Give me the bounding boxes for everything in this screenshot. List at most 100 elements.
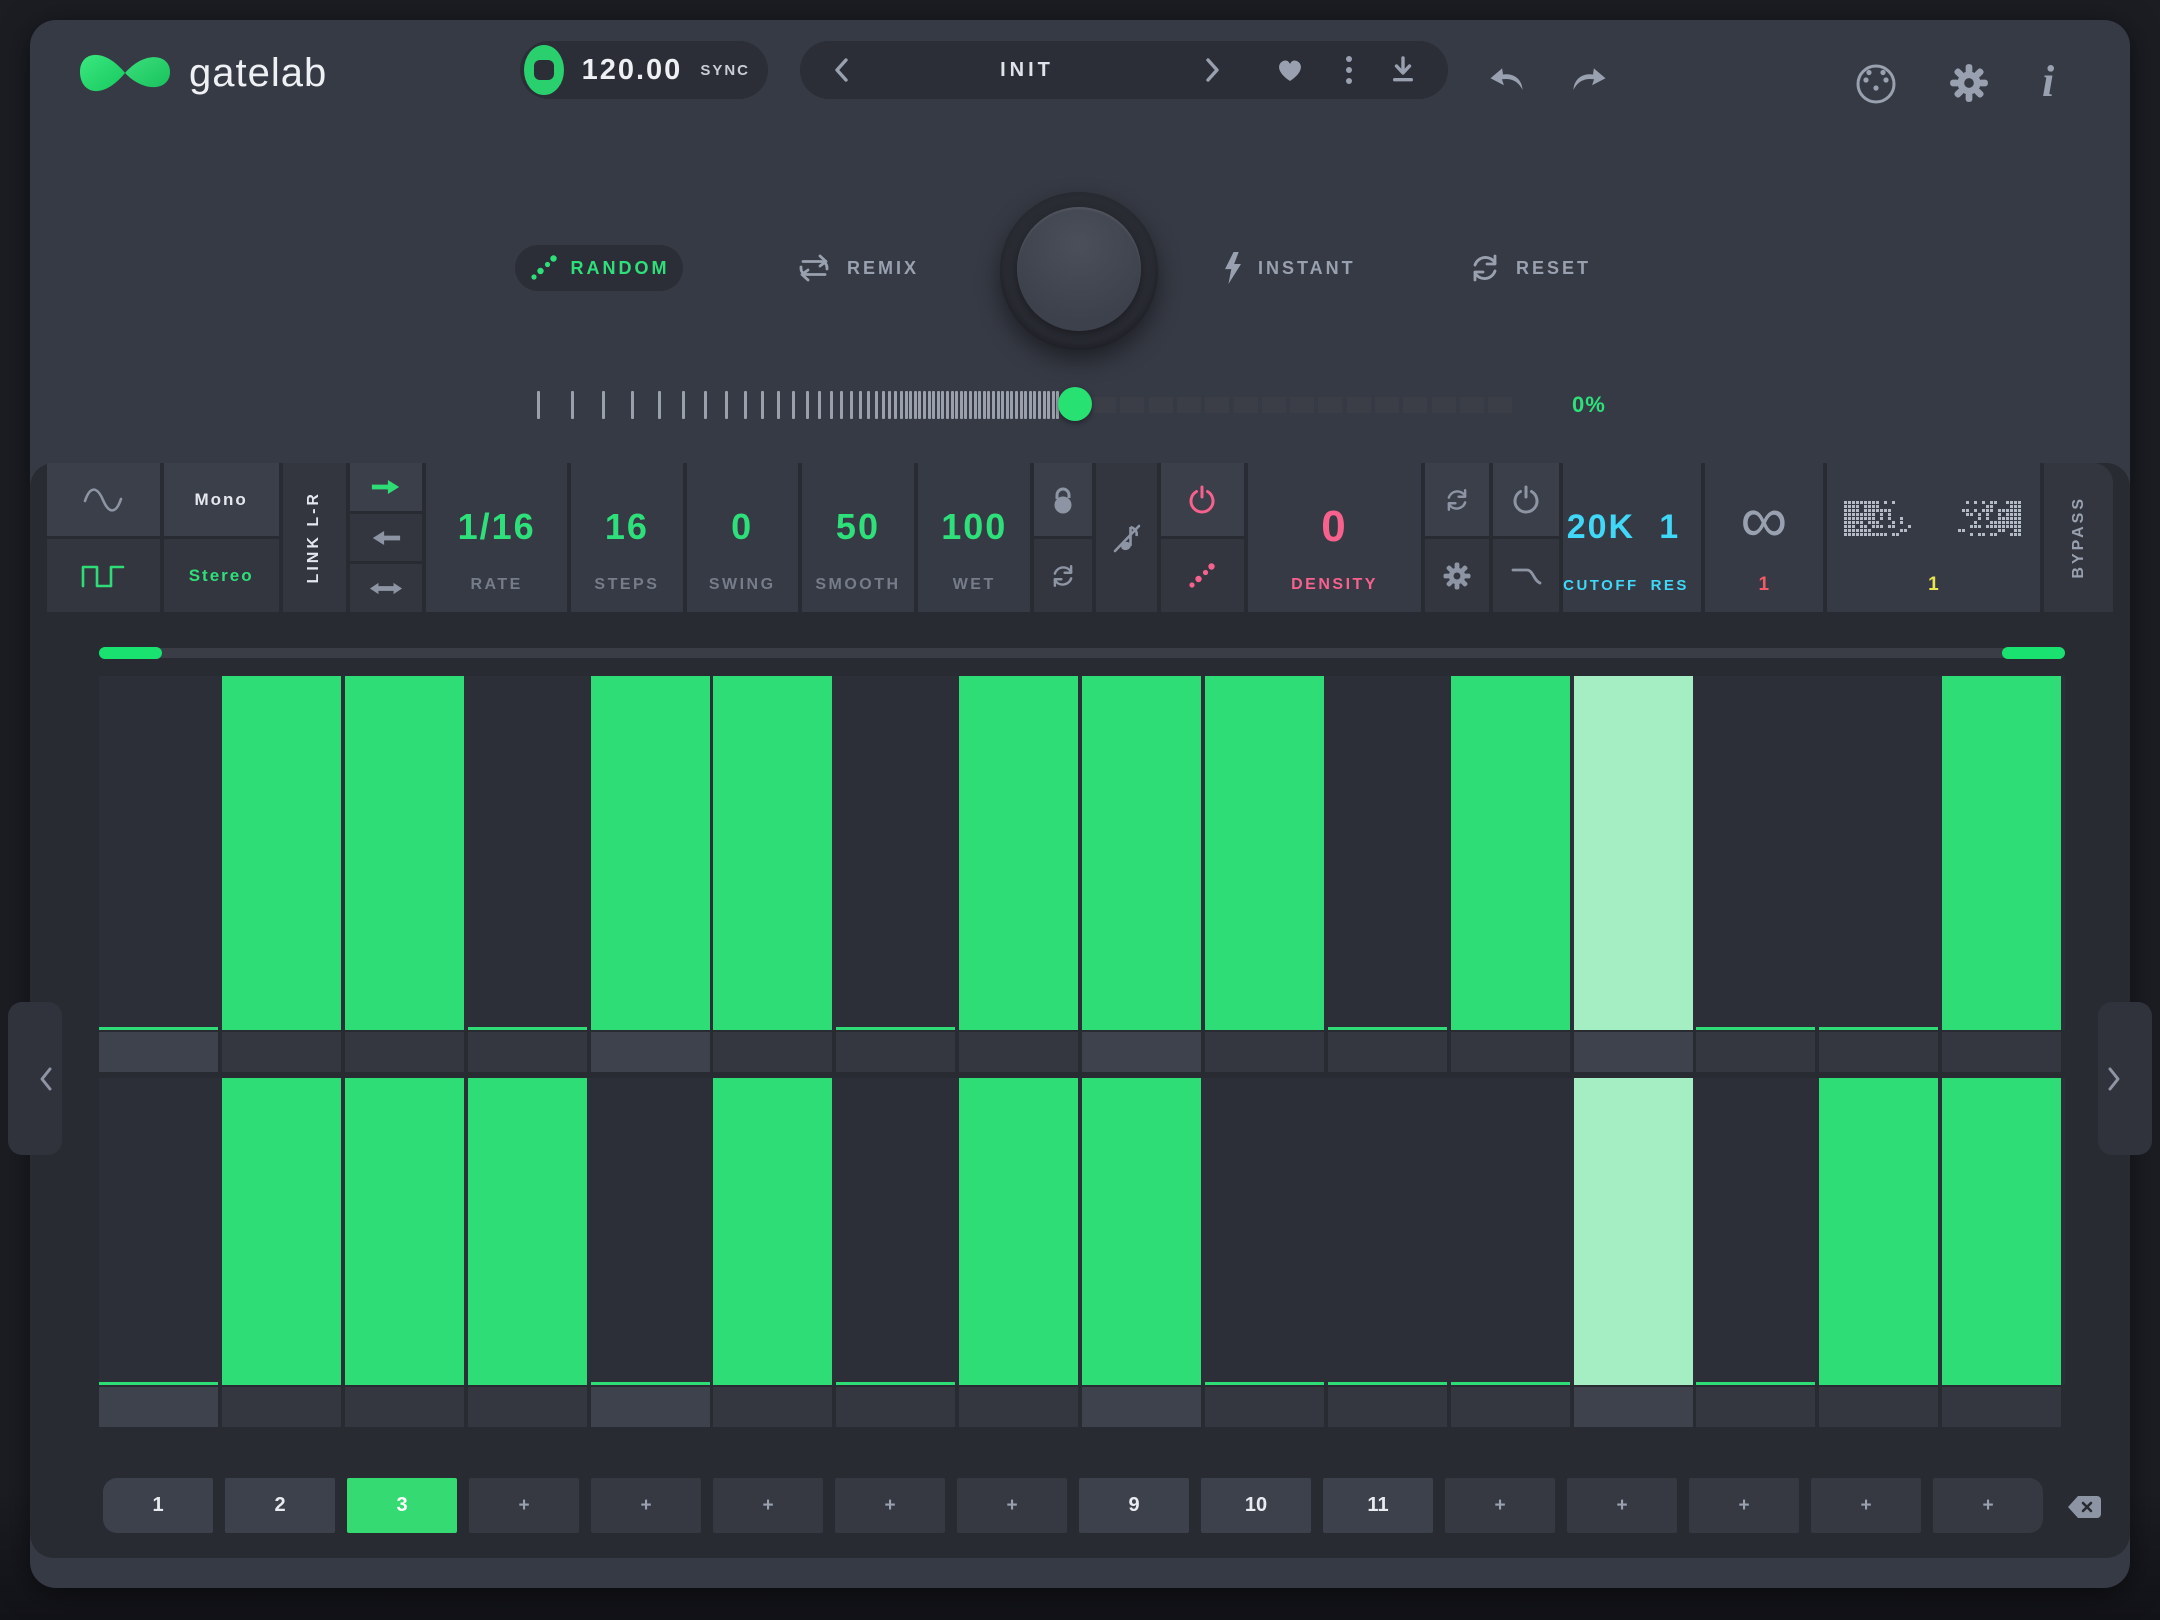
instant-mode-button[interactable]: INSTANT [1222,248,1356,288]
step-handle[interactable] [1942,1387,2061,1427]
step-handle[interactable] [99,1032,218,1072]
density-power-button[interactable] [1161,463,1244,536]
gate-lane-left[interactable] [99,676,2065,1030]
step-handle[interactable] [1328,1032,1447,1072]
stop-button[interactable] [524,45,564,95]
prev-preset-button[interactable] [824,49,860,91]
favorite-button[interactable] [1268,49,1312,91]
step-cell[interactable] [591,676,710,1030]
step-handle[interactable] [345,1387,464,1427]
step-handle[interactable] [468,1387,587,1427]
step-handle[interactable] [959,1032,1078,1072]
undo-button[interactable] [1482,60,1534,100]
sync-toggle[interactable]: SYNC [700,62,750,79]
step-cell[interactable] [1328,676,1447,1030]
remix-mode-button[interactable]: REMIX [795,248,919,288]
page-button-11[interactable]: 11 [1323,1478,1433,1533]
step-handle[interactable] [1082,1387,1201,1427]
link-lr-button[interactable]: LINK L-R [283,463,347,612]
step-cell[interactable] [1819,1078,1938,1385]
step-cell[interactable] [1696,676,1815,1030]
settings-button[interactable] [1942,56,1996,110]
redo-button[interactable] [1562,60,1614,100]
step-handle[interactable] [591,1032,710,1072]
add-page-button[interactable]: + [1445,1478,1555,1533]
step-cell[interactable] [222,1078,341,1385]
page-button-9[interactable]: 9 [1079,1478,1189,1533]
filter-type-button[interactable] [1493,539,1559,612]
step-handle[interactable] [1574,1387,1693,1427]
loop-length-cell[interactable]: ∞ 1 [1705,463,1823,612]
step-handle[interactable] [99,1387,218,1427]
preset-name[interactable]: INIT [868,59,1186,82]
step-cell[interactable] [713,1078,832,1385]
cutoff-param[interactable]: 20K CUTOFF [1563,463,1639,612]
step-cell[interactable] [1942,676,2061,1030]
page-prev-tab[interactable] [8,1002,62,1155]
step-cell[interactable] [99,676,218,1030]
step-handle[interactable] [836,1387,955,1427]
step-handle[interactable] [1942,1032,2061,1072]
step-cell[interactable] [1574,676,1693,1030]
info-button[interactable]: i [2036,56,2060,108]
step-cell[interactable] [1205,1078,1324,1385]
step-handle[interactable] [345,1032,464,1072]
add-page-button[interactable]: + [1811,1478,1921,1533]
step-cell[interactable] [1942,1078,2061,1385]
rate-param[interactable]: 1/16 RATE [426,463,567,612]
page-button-2[interactable]: 2 [225,1478,335,1533]
filter-settings-button[interactable] [1425,539,1489,612]
next-preset-button[interactable] [1194,49,1230,91]
step-handle[interactable] [1205,1032,1324,1072]
density-param[interactable]: 0 DENSITY [1248,463,1422,612]
mute-button[interactable] [1096,463,1157,612]
randomize-slider[interactable]: 0% [30,375,2130,435]
add-page-button[interactable]: + [1933,1478,2043,1533]
add-page-button[interactable]: + [835,1478,945,1533]
filter-power-button[interactable] [1493,463,1559,536]
step-cell[interactable] [1696,1078,1815,1385]
step-handle[interactable] [836,1032,955,1072]
midi-button[interactable] [1848,56,1904,112]
add-page-button[interactable]: + [1567,1478,1677,1533]
step-cell[interactable] [345,676,464,1030]
bypass-button[interactable]: BYPASS [2044,463,2113,612]
step-cell[interactable] [222,676,341,1030]
step-cell[interactable] [1082,676,1201,1030]
step-cell[interactable] [1451,1078,1570,1385]
reverse-direction-button[interactable] [350,514,422,562]
add-page-button[interactable]: + [1689,1478,1799,1533]
step-handle[interactable] [222,1032,341,1072]
gate-lane-right[interactable] [99,1078,2065,1385]
res-param[interactable]: 1 RES [1639,463,1701,612]
step-handle[interactable] [713,1032,832,1072]
preset-menu-button[interactable] [1338,48,1360,92]
step-cell[interactable] [1205,676,1324,1030]
bpm-display[interactable]: 120.00 [582,54,683,87]
pingpong-direction-button[interactable] [350,564,422,612]
step-cell[interactable] [99,1078,218,1385]
reset-button[interactable]: RESET [1468,248,1591,288]
add-page-button[interactable]: + [713,1478,823,1533]
step-cell[interactable] [1451,676,1570,1030]
forward-direction-button[interactable] [350,463,422,511]
page-button-10[interactable]: 10 [1201,1478,1311,1533]
step-cell[interactable] [1574,1078,1693,1385]
step-cell[interactable] [959,1078,1078,1385]
step-cell[interactable] [1082,1078,1201,1385]
morph-knob[interactable] [1000,192,1158,350]
step-cell[interactable] [1328,1078,1447,1385]
step-handle[interactable] [1451,1032,1570,1072]
noise-morph-cell[interactable]: 1 [1827,463,2041,612]
slider-thumb[interactable] [1058,387,1092,421]
page-button-1[interactable]: 1 [103,1478,213,1533]
stereo-button[interactable]: Stereo [164,539,279,612]
lock-button[interactable] [1034,463,1092,536]
step-handle[interactable] [1819,1387,1938,1427]
step-handle[interactable] [959,1387,1078,1427]
save-preset-button[interactable] [1382,49,1424,91]
loop-start-handle[interactable] [99,647,162,659]
step-cell[interactable] [836,1078,955,1385]
loop-end-handle[interactable] [2002,647,2065,659]
mono-button[interactable]: Mono [164,463,279,536]
